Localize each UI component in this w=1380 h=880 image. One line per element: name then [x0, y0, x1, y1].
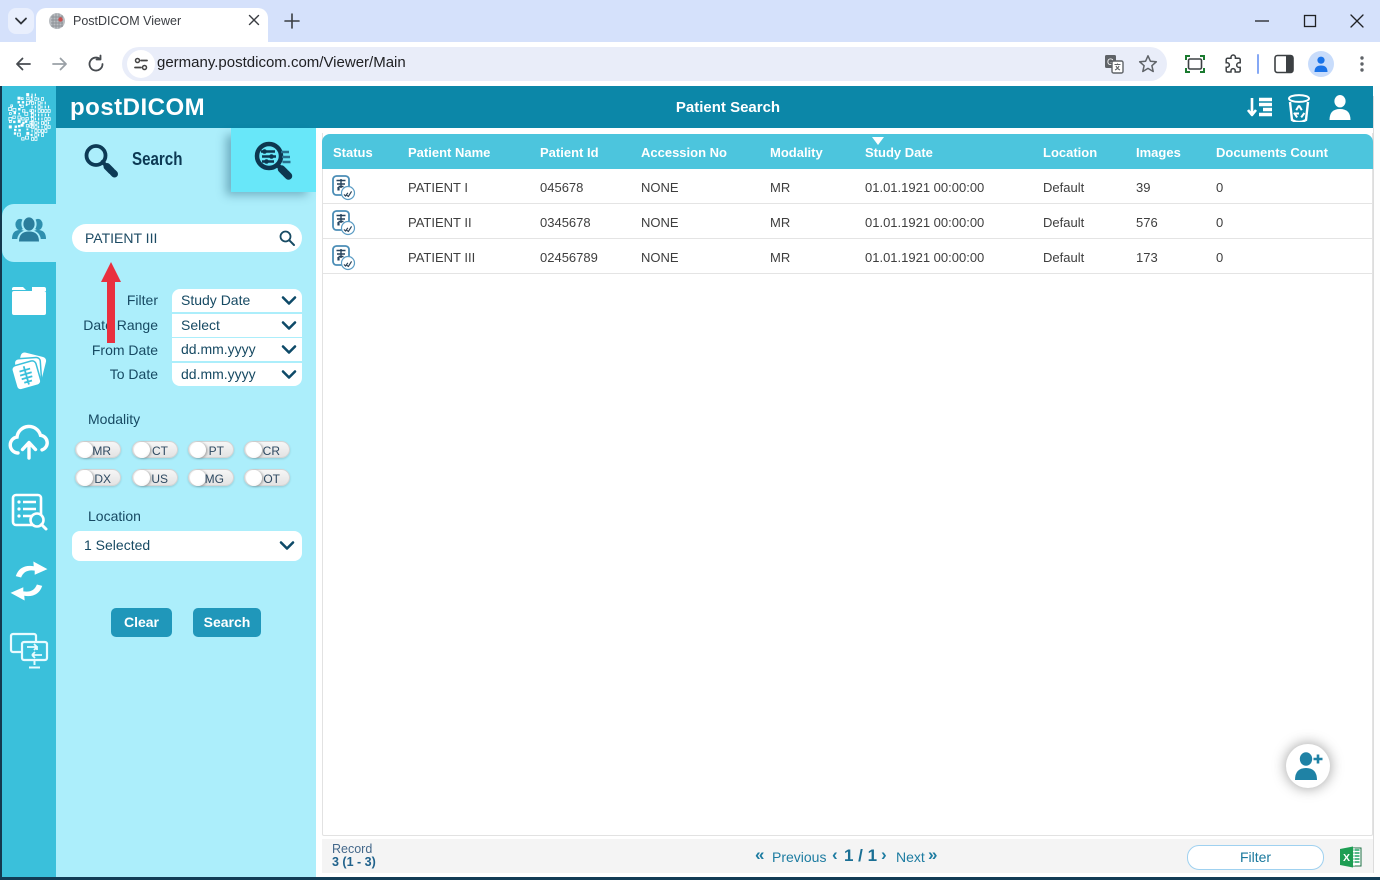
svg-text:X: X [1343, 852, 1350, 864]
